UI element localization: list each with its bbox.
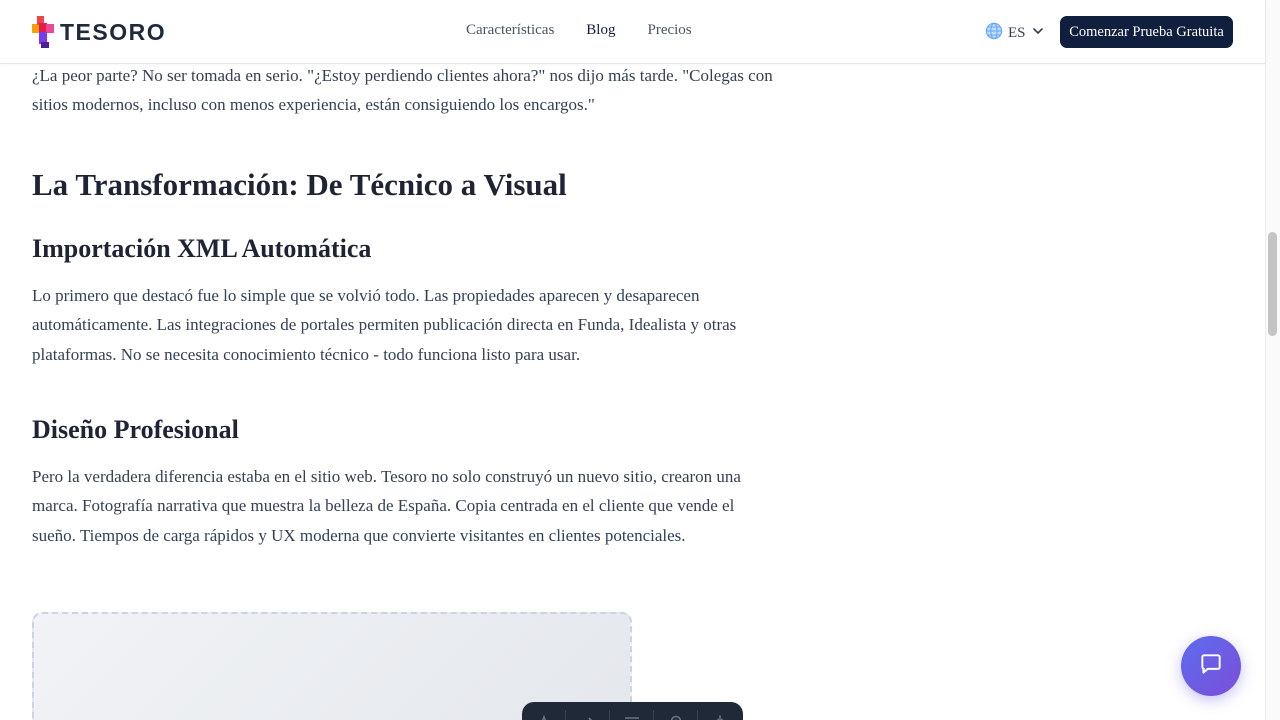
site-header: TESORO Características Blog Precios ES C… <box>0 0 1265 64</box>
floating-toolbar <box>522 702 743 720</box>
brush-icon[interactable] <box>566 710 610 720</box>
language-code: ES <box>1008 25 1026 41</box>
brand-logo[interactable]: TESORO <box>32 16 166 48</box>
page-scrollbar-thumb[interactable] <box>1268 232 1277 336</box>
brand-name: TESORO <box>60 18 167 45</box>
align-icon[interactable] <box>610 710 654 720</box>
page-scrollbar-track[interactable] <box>1265 0 1280 720</box>
logo-mark-icon <box>32 16 54 48</box>
xml-paragraph: Lo primero que destacó fue lo simple que… <box>32 286 737 364</box>
main-nav: Características Blog Precios <box>466 22 692 39</box>
design-paragraph: Pero la verdadera diferencia estaba en e… <box>32 467 741 545</box>
section-heading: La Transformación: De Técnico a Visual <box>32 167 567 202</box>
start-free-trial-button[interactable]: Comenzar Prueba Gratuita <box>1060 16 1233 48</box>
intro-paragraph: ¿La peor parte? No ser tomada en serio. … <box>32 66 773 115</box>
nav-item-caracteristicas[interactable]: Características <box>466 22 554 39</box>
nav-item-precios[interactable]: Precios <box>647 22 691 39</box>
nav-item-blog[interactable]: Blog <box>586 22 615 39</box>
chat-launcher-button[interactable] <box>1181 636 1241 696</box>
chat-bubble-icon <box>1198 651 1224 682</box>
language-selector[interactable]: ES <box>985 22 1045 45</box>
chevron-down-icon <box>1031 24 1045 43</box>
location-icon[interactable] <box>654 710 698 720</box>
text-icon[interactable] <box>522 710 566 720</box>
globe-icon <box>985 22 1003 45</box>
subsection-heading-design: Diseño Profesional <box>32 415 239 444</box>
settings-icon[interactable] <box>698 710 742 720</box>
subsection-heading-xml: Importación XML Automática <box>32 234 372 263</box>
